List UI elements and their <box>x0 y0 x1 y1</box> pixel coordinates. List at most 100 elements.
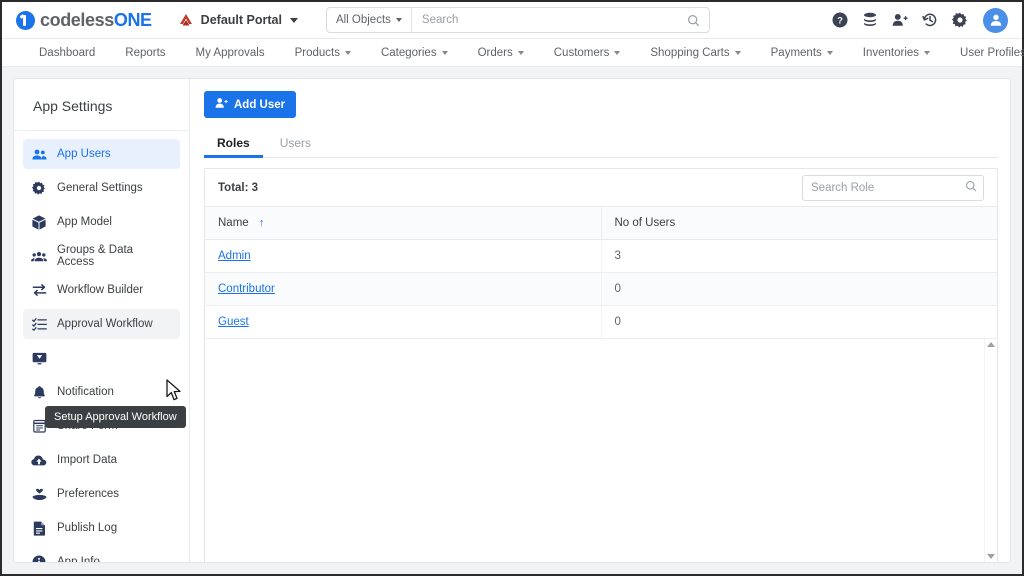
table-empty-space <box>205 339 997 562</box>
page-body: App Settings App Users General Settings <box>2 67 1022 574</box>
nav-item-payments[interactable]: Payments <box>756 39 848 66</box>
gear-icon[interactable] <box>951 12 968 29</box>
tooltip-setup-approval-workflow: Setup Approval Workflow <box>45 406 186 428</box>
sidebar-item-label: Approval Workflow <box>57 318 153 330</box>
roles-table: Name ↑ No of Users Admin 3 Contributor 0… <box>205 207 997 339</box>
sidebar-item-preferences[interactable]: Preferences <box>23 479 180 509</box>
portal-logo-icon <box>178 13 194 27</box>
tab-label: Roles <box>217 136 250 150</box>
nav-item-customers[interactable]: Customers <box>539 39 636 66</box>
sidebar-item-label: Notification <box>57 386 114 398</box>
search-icon[interactable] <box>965 179 977 197</box>
nav-item-user-profiles[interactable]: User Profiles <box>945 39 1024 66</box>
avatar[interactable] <box>983 7 1008 33</box>
tab-users[interactable]: Users <box>267 129 324 157</box>
nav-label: Customers <box>553 46 610 59</box>
role-link[interactable]: Admin <box>218 250 251 262</box>
table-row[interactable]: Admin 3 <box>205 239 997 273</box>
database-icon[interactable] <box>861 12 878 29</box>
table-head: Name ↑ No of Users <box>205 207 997 240</box>
roles-table-panel: Total: 3 Name <box>204 168 998 562</box>
sidebar-item-app-info[interactable]: App Info <box>23 547 180 562</box>
scroll-up-icon[interactable] <box>987 342 995 347</box>
hand-heart-icon <box>31 488 47 501</box>
nav-item-my-approvals[interactable]: My Approvals <box>181 39 280 66</box>
role-link[interactable]: Guest <box>218 316 249 328</box>
sidebar-item-approval-workflow[interactable]: Approval Workflow <box>23 309 180 339</box>
sidebar-item-workflow-builder[interactable]: Workflow Builder <box>23 275 180 305</box>
sidebar-item-import-data[interactable]: Import Data <box>23 445 180 475</box>
sidebar-item-app-users[interactable]: App Users <box>23 139 180 169</box>
portal-selector[interactable]: Default Portal <box>178 13 298 27</box>
gear-icon <box>31 181 47 195</box>
tab-roles[interactable]: Roles <box>204 129 263 158</box>
nav-item-shopping-carts[interactable]: Shopping Carts <box>635 39 755 66</box>
main-content: Add User Roles Users Total: 3 Search Rol… <box>190 79 1010 562</box>
nav-item-orders[interactable]: Orders <box>463 39 539 66</box>
column-label: No of Users <box>614 217 676 229</box>
add-user-button[interactable]: Add User <box>204 91 297 118</box>
help-icon[interactable]: ? <box>831 12 848 29</box>
screen-icon <box>31 352 47 365</box>
nav-label: Orders <box>477 46 513 59</box>
sidebar-item-general-settings[interactable]: General Settings <box>23 173 180 203</box>
main-navigation: Dashboard Reports My Approvals Products … <box>2 38 1024 67</box>
content-tabs: Roles Users <box>204 129 998 158</box>
global-search[interactable]: All Objects <box>325 7 710 33</box>
sidebar-item-app-model[interactable]: App Model <box>23 207 180 237</box>
nav-label: Payments <box>770 46 822 59</box>
scroll-down-icon[interactable] <box>987 554 995 559</box>
table-row[interactable]: Guest 0 <box>205 305 997 339</box>
add-user-icon <box>215 97 228 112</box>
nav-label: Products <box>294 46 340 59</box>
nav-item-inventories[interactable]: Inventories <box>848 39 945 66</box>
nav-label: User Profiles <box>960 46 1024 59</box>
column-header-no-of-users[interactable]: No of Users <box>601 207 997 240</box>
app-viewport: codelessONE Default Portal All Objects ? <box>2 2 1024 574</box>
logo-text: codelessONE <box>40 10 152 31</box>
app-logo[interactable]: codelessONE <box>16 10 152 31</box>
chevron-down-icon <box>614 50 621 55</box>
role-search[interactable] <box>802 174 984 201</box>
checklist-icon <box>31 317 47 331</box>
chevron-down-icon <box>517 50 524 55</box>
sidebar-item-publish-log[interactable]: Publish Log <box>23 513 180 543</box>
sidebar-item-groups-data-access[interactable]: Groups & Data Access <box>23 241 180 271</box>
chevron-down-icon <box>344 50 351 55</box>
vertical-scrollbar[interactable] <box>984 339 997 562</box>
total-count: Total: 3 <box>218 181 259 194</box>
search-input[interactable] <box>411 14 687 26</box>
sidebar-item-covered[interactable] <box>23 343 180 373</box>
object-filter-dropdown[interactable]: All Objects <box>327 8 412 32</box>
table-toolbar: Total: 3 <box>205 169 997 207</box>
logo-text-primary: codeless <box>40 9 114 30</box>
top-icon-group: ? <box>831 7 1010 33</box>
search-icon[interactable] <box>687 14 709 27</box>
nav-item-reports[interactable]: Reports <box>110 39 180 66</box>
cloud-upload-icon <box>31 454 47 467</box>
table-header-row: Name ↑ No of Users <box>205 207 997 240</box>
object-filter-label: All Objects <box>335 14 391 26</box>
tab-label: Users <box>279 136 312 150</box>
logo-mark-icon <box>16 10 35 30</box>
nav-label: Shopping Carts <box>650 46 730 59</box>
add-user-icon[interactable] <box>891 12 908 29</box>
sidebar-item-notification[interactable]: Notification <box>23 377 180 407</box>
nav-label: My Approvals <box>195 46 265 59</box>
sidebar-list: App Users General Settings App Model Gro… <box>14 131 189 562</box>
role-search-input[interactable] <box>811 181 965 194</box>
nav-item-products[interactable]: Products <box>280 39 366 66</box>
chevron-down-icon <box>826 50 833 55</box>
table-row[interactable]: Contributor 0 <box>205 272 997 306</box>
sidebar-item-label: Groups & Data Access <box>57 244 134 268</box>
nav-item-dashboard[interactable]: Dashboard <box>24 39 110 66</box>
role-link[interactable]: Contributor <box>218 283 275 295</box>
add-user-label: Add User <box>234 98 286 111</box>
chevron-down-icon <box>289 17 298 23</box>
sort-ascending-icon[interactable]: ↑ <box>259 217 265 229</box>
history-icon[interactable] <box>921 12 938 29</box>
column-header-name[interactable]: Name ↑ <box>205 207 602 240</box>
nav-label: Inventories <box>862 46 920 59</box>
top-bar: codelessONE Default Portal All Objects ? <box>2 2 1022 38</box>
nav-item-categories[interactable]: Categories <box>366 39 463 66</box>
